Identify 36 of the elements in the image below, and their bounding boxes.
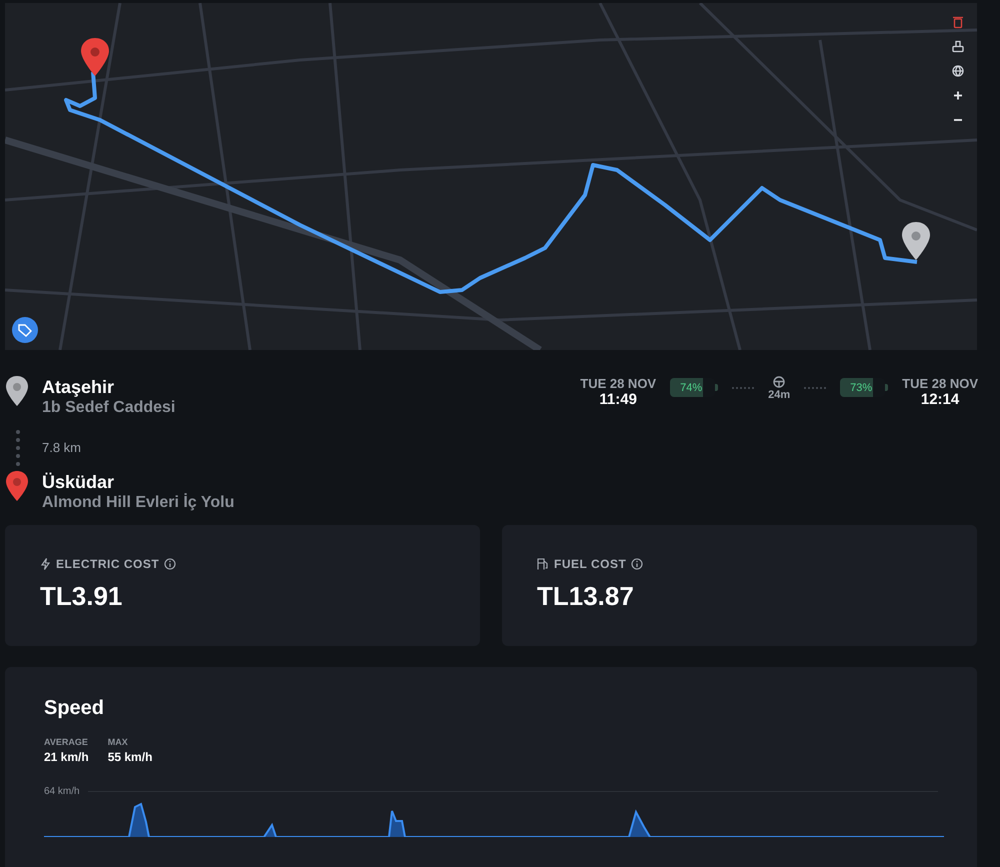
steering-wheel-icon — [773, 376, 786, 388]
end-pin-icon — [5, 471, 29, 502]
print-icon[interactable] — [952, 40, 964, 52]
end-address: Almond Hill Evleri İç Yolu — [42, 493, 234, 514]
tag-button[interactable] — [12, 317, 38, 343]
trash-icon[interactable] — [953, 16, 963, 28]
trip-duration: 24m — [768, 389, 790, 401]
start-pin-icon — [902, 222, 930, 260]
stat-label: MAX — [108, 737, 129, 747]
info-icon[interactable] — [164, 558, 176, 570]
lightning-icon — [40, 558, 51, 570]
battery-percent: 73% — [849, 382, 872, 394]
departure-date: TUE 28 NOV — [580, 376, 656, 391]
start-place: Ataşehir — [42, 376, 116, 398]
arrival-time: 12:14 — [920, 391, 960, 408]
end-pin-icon — [81, 38, 109, 76]
start-pin-icon — [5, 376, 29, 406]
end-place: Üsküdar — [42, 471, 116, 494]
speed-title: Speed — [44, 697, 106, 720]
departure-time: 11:49 — [599, 391, 637, 408]
cost-label: FUEL COST — [554, 557, 626, 571]
cost-label: ELECTRIC COST — [56, 557, 160, 571]
globe-icon[interactable] — [952, 65, 964, 77]
start-address: 1b Sedef Caddesi — [42, 398, 176, 418]
cost-value: TL3.91 — [40, 581, 124, 612]
cost-value: TL13.87 — [537, 581, 635, 612]
stat-label: AVERAGE — [44, 737, 89, 747]
stat-value: 21 km/h — [44, 750, 89, 764]
arrival-date: TUE 28 NOV — [902, 376, 978, 391]
fuel-pump-icon — [537, 558, 549, 570]
axis-label: 64 km/h — [44, 786, 80, 797]
battery-percent: 74% — [679, 382, 702, 394]
stat-value: 55 km/h — [108, 750, 152, 764]
zoom-in-icon[interactable] — [953, 90, 963, 100]
info-icon[interactable] — [631, 558, 644, 570]
trip-distance: 7.8 km — [42, 440, 82, 455]
